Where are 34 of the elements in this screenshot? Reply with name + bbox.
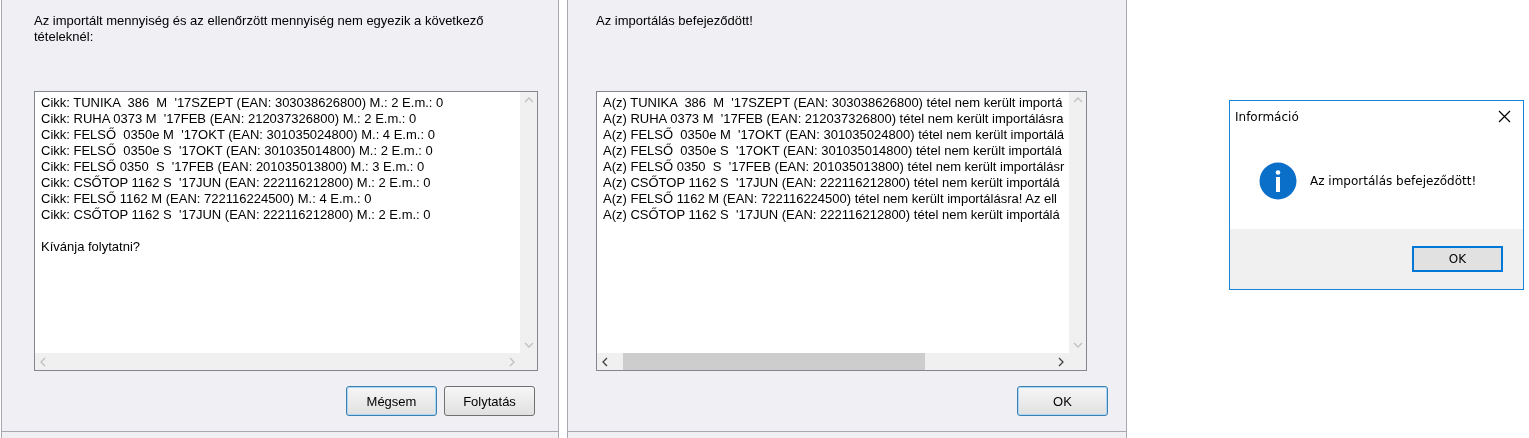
info-icon (1259, 161, 1297, 200)
ok-button[interactable]: OK (1412, 246, 1503, 272)
list-line: A(z) CSŐTOP 1162 S '17JUN (EAN: 222116212800) tétel nem került importálá (603, 207, 1061, 223)
list-line: Cikk: RUHA 0373 M '17FEB (EAN: 212037326800) M.: 2 E.m.: 0 (41, 111, 418, 127)
list-line: A(z) FELSŐ 0350e S '17OKT (EAN: 301035014800) tétel nem került importálá (603, 143, 1063, 159)
dialog-message: Az importálás befejeződött! (596, 13, 754, 30)
list-line: Kívánja folytatni? (41, 239, 141, 255)
list-line: A(z) TUNIKA 386 M '17SZEPT (EAN: 303038626800) tétel nem került importá (603, 95, 1064, 111)
scroll-down-icon[interactable] (1072, 341, 1083, 349)
scroll-up-icon[interactable] (523, 96, 534, 104)
dialog-message: Az importált mennyiség és az ellenőrzött mennyiség nem egyezik a következő tételeknél: (34, 13, 485, 46)
scrollbar-thumb[interactable] (623, 353, 925, 370)
list-line: A(z) FELSŐ 0350 S '17FEB (EAN: 201035013800) tétel nem került importálásr (603, 159, 1065, 175)
list-line: Cikk: CSŐTOP 1162 S '17JUN (EAN: 222116212800) M.: 2 E.m.: 0 (41, 175, 432, 191)
scroll-right-icon[interactable] (1057, 356, 1065, 367)
list-line: Cikk: TUNIKA 386 M '17SZEPT (EAN: 303038626800) M.: 2 E.m.: 0 (41, 95, 445, 111)
list-line: Cikk: FELSŐ 1162 M (EAN: 722116224500) M.: 4 E.m.: 0 (41, 191, 373, 207)
list-line: Cikk: FELSŐ 0350 S '17FEB (EAN: 201035013800) M.: 3 E.m.: 0 (41, 159, 426, 175)
info-message: Az importálás befejeződött! (1310, 173, 1477, 188)
scroll-left-icon[interactable] (601, 356, 609, 367)
dialog-button[interactable]: OK (1017, 386, 1108, 416)
list-line: A(z) FELSŐ 0350e M '17OKT (EAN: 301035024800) tétel nem került importálá (603, 127, 1065, 143)
list-line: Cikk: CSŐTOP 1162 S '17JUN (EAN: 222116212800) M.: 2 E.m.: 0 (41, 207, 432, 223)
dialog-title: Információ (1235, 109, 1299, 124)
scroll-up-icon[interactable] (1072, 96, 1083, 104)
list-line: Cikk: FELSŐ 0350e S '17OKT (EAN: 301035014800) M.: 2 E.m.: 0 (41, 143, 434, 159)
dialog-button[interactable]: Mégsem (346, 386, 437, 416)
scroll-down-icon[interactable] (523, 341, 534, 349)
dialog-button[interactable]: Folytatás (444, 386, 535, 416)
list-line: Cikk: FELSŐ 0350e M '17OKT (EAN: 301035024800) M.: 4 E.m.: 0 (41, 127, 436, 143)
list-line: A(z) CSŐTOP 1162 S '17JUN (EAN: 222116212800) tétel nem került importálá (603, 175, 1061, 191)
close-icon[interactable] (1498, 110, 1511, 123)
list-line: A(z) FELSŐ 1162 M (EAN: 722116224500) tétel nem került importálásra! Az ell (603, 191, 1058, 207)
list-line: A(z) RUHA 0373 M '17FEB (EAN: 212037326800) tétel nem került importálásra (603, 111, 1065, 127)
